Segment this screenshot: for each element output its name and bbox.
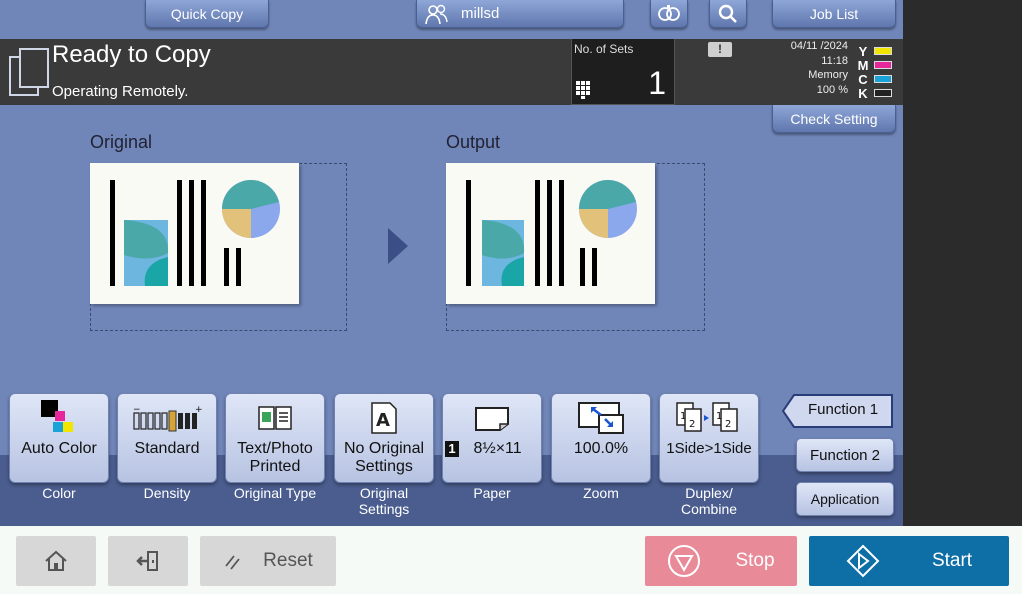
- svg-text:1: 1: [680, 411, 686, 422]
- stop-button[interactable]: Stop: [645, 536, 797, 586]
- user-name: millsd: [461, 5, 500, 22]
- original-type-value: Text/Photo Printed: [237, 440, 313, 475]
- reset-icon: [225, 555, 240, 570]
- density-value: Standard: [134, 440, 200, 457]
- reset-button[interactable]: Reset: [200, 536, 336, 586]
- logout-icon: [136, 551, 158, 571]
- reset-label: Reset: [263, 550, 313, 571]
- toner-magenta: M: [856, 58, 896, 73]
- sets-value: 1: [648, 65, 666, 101]
- keypad-icon[interactable]: [576, 81, 594, 99]
- toner-bar: [874, 61, 892, 69]
- zoom-value: 100.0%: [573, 440, 629, 457]
- device-info: 04/11 /2024 11:18 Memory 100 %: [760, 39, 848, 97]
- toner-bar: [874, 47, 892, 55]
- duplex-icon: 1 2 1 2: [660, 400, 758, 436]
- original-label: Original: [90, 132, 153, 152]
- remote-connection-button[interactable]: [650, 0, 688, 28]
- duplex-value: 1Side>1Side: [666, 440, 752, 457]
- paper-icon: [443, 400, 541, 436]
- home-icon: [45, 550, 67, 571]
- status-title: Ready to Copy: [52, 41, 211, 68]
- toner-black: K: [856, 86, 896, 101]
- remote-connection-icon: [658, 4, 680, 21]
- density-scale-icon: − +: [118, 400, 216, 436]
- memory-label: Memory: [808, 69, 848, 81]
- quick-copy-tab[interactable]: Quick Copy: [145, 0, 269, 28]
- document-graphic-icon: [466, 180, 637, 286]
- users-icon: [425, 4, 448, 24]
- paper-size-value: 8½×11: [473, 440, 522, 457]
- original-settings-caption: Original Settings: [358, 485, 410, 517]
- original-type-button[interactable]: Text/Photo Printed: [225, 393, 325, 483]
- original-type-caption: Original Type: [233, 485, 317, 501]
- toner-cyan: C: [856, 72, 896, 87]
- zoom-icon: [552, 400, 650, 436]
- right-bezel: [903, 0, 1022, 526]
- number-of-sets[interactable]: No. of Sets 1: [571, 39, 675, 105]
- date-text: 04/11 /2024: [790, 40, 848, 52]
- copy-document-icon: [9, 48, 49, 96]
- application-label: Application: [810, 491, 880, 507]
- start-button[interactable]: Start: [809, 536, 1009, 586]
- output-label: Output: [446, 132, 501, 152]
- search-button[interactable]: [709, 0, 747, 28]
- start-label: Start: [931, 550, 973, 571]
- original-preview-image: [90, 163, 299, 304]
- quick-copy-label: Quick Copy: [170, 5, 244, 22]
- function2-tab[interactable]: Function 2: [796, 438, 894, 472]
- color-button[interactable]: Auto Color: [9, 393, 109, 483]
- zoom-button[interactable]: 100.0%: [551, 393, 651, 483]
- status-bar: Ready to Copy Operating Remotely. No. of…: [0, 39, 903, 105]
- svg-text:A: A: [376, 410, 390, 431]
- memory-value: 100 %: [816, 83, 848, 96]
- home-button[interactable]: [16, 536, 96, 586]
- toner-bar: [874, 75, 892, 83]
- status-subtitle: Operating Remotely.: [52, 83, 189, 100]
- paper-caption: Paper: [473, 485, 511, 501]
- user-tab[interactable]: millsd: [416, 0, 624, 28]
- stop-label: Stop: [735, 550, 775, 571]
- original-settings-button[interactable]: A No Original Settings: [334, 393, 434, 483]
- output-preview-image: [446, 163, 655, 304]
- toner-levels: Y M C K: [856, 44, 896, 101]
- duplex-combine-button[interactable]: 1 2 1 2 1Side>1Side: [659, 393, 759, 483]
- svg-text:2: 2: [689, 419, 695, 430]
- svg-text:1: 1: [716, 411, 722, 422]
- job-list-label: Job List: [809, 5, 859, 22]
- time-text: 11:18: [821, 54, 848, 67]
- document-graphic-icon: [110, 180, 280, 286]
- density-button[interactable]: − + Standard: [117, 393, 217, 483]
- function2-label: Function 2: [809, 446, 881, 464]
- density-caption: Density: [143, 485, 191, 501]
- arrow-right-icon: [388, 228, 408, 264]
- paper-tray-number: 1: [445, 441, 459, 457]
- check-setting-label: Check Setting: [790, 110, 878, 127]
- color-squares-icon: [10, 400, 108, 436]
- original-settings-icon: A: [335, 400, 433, 436]
- sets-label: No. of Sets: [574, 42, 634, 56]
- color-caption: Color: [42, 485, 76, 501]
- access-exit-button[interactable]: [108, 536, 188, 586]
- search-icon: [718, 4, 737, 23]
- toner-bar: [874, 89, 892, 97]
- panel-screen: Quick Copy millsd Job List Ready to Copy…: [0, 0, 903, 526]
- duplex-caption: Duplex/ Combine: [680, 485, 738, 517]
- function1-label: Function 1: [808, 401, 879, 418]
- function1-tab[interactable]: Function 1: [782, 394, 894, 428]
- toner-yellow: Y: [856, 44, 896, 59]
- paper-button[interactable]: 1 8½×11: [442, 393, 542, 483]
- job-list-tab[interactable]: Job List: [772, 0, 896, 28]
- start-icon: [846, 544, 880, 578]
- original-settings-value: No Original Settings: [343, 440, 425, 475]
- zoom-caption: Zoom: [583, 485, 619, 501]
- original-type-icon: [226, 400, 324, 436]
- stop-icon: [668, 545, 701, 577]
- check-setting-button[interactable]: Check Setting: [772, 105, 896, 133]
- color-value: Auto Color: [21, 440, 97, 457]
- alert-icon[interactable]: !: [708, 42, 732, 57]
- svg-text:2: 2: [725, 419, 731, 430]
- application-tab[interactable]: Application: [796, 482, 894, 516]
